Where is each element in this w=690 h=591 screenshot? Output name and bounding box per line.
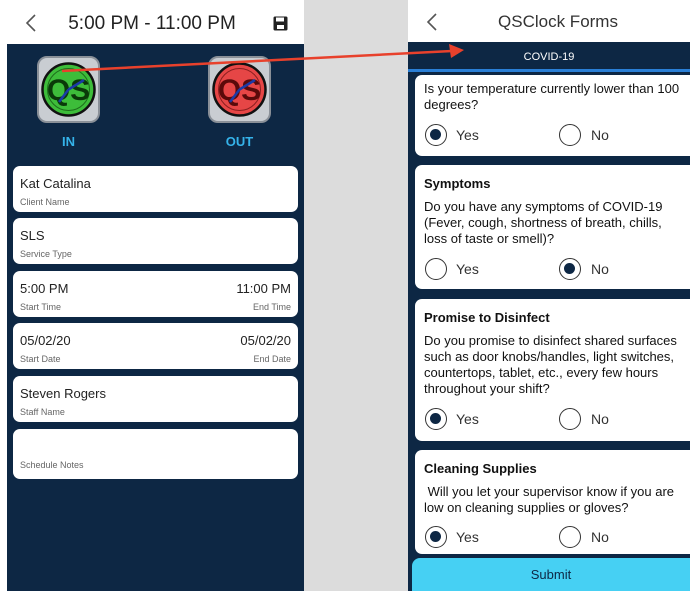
right-phone-screen: QSClock Forms COVID-19 Is your temperatu… xyxy=(408,0,690,591)
question-text: Do you have any symptoms of COVID-19 (Fe… xyxy=(424,199,663,246)
radio-selected-dot xyxy=(430,531,441,542)
question-title: Promise to Disinfect xyxy=(424,310,550,325)
radio-no-label: No xyxy=(591,127,609,143)
client-name-field[interactable]: Kat Catalina Client Name xyxy=(13,166,298,212)
radio-yes[interactable] xyxy=(425,408,447,430)
start-date-caption: Start Date xyxy=(20,354,61,364)
question-text: Is your temperature currently lower than… xyxy=(424,81,680,112)
qs-clock-green-icon: QS xyxy=(41,62,96,117)
question-card-disinfect: Promise to Disinfect Do you promise to d… xyxy=(415,299,690,441)
radio-no-label: No xyxy=(591,529,609,545)
radio-yes-label: Yes xyxy=(456,261,479,277)
qs-clock-red-icon: QS xyxy=(212,62,267,117)
submit-label: Submit xyxy=(530,567,572,582)
question-card-symptoms: Symptoms Do you have any symptoms of COV… xyxy=(415,165,690,289)
forms-header: QSClock Forms xyxy=(408,0,690,42)
radio-yes[interactable] xyxy=(425,526,447,548)
clock-out-button[interactable]: QS xyxy=(208,56,271,123)
radio-selected-dot xyxy=(430,413,441,424)
schedule-notes-field[interactable]: Schedule Notes xyxy=(13,429,298,479)
radio-no-label: No xyxy=(591,261,609,277)
question-card-temperature: Is your temperature currently lower than… xyxy=(415,75,690,156)
radio-yes[interactable] xyxy=(425,124,447,146)
left-phone-screen: 5:00 PM - 11:00 PM QS IN QS OUT Kat Cata… xyxy=(7,0,304,591)
radio-yes-label: Yes xyxy=(456,411,479,427)
radio-no[interactable] xyxy=(559,124,581,146)
schedule-notes-caption: Schedule Notes xyxy=(20,460,84,470)
radio-selected-dot xyxy=(430,129,441,140)
clock-in-button[interactable]: QS xyxy=(37,56,100,123)
radio-no[interactable] xyxy=(559,526,581,548)
radio-no[interactable] xyxy=(559,408,581,430)
question-text: Do you promise to disinfect shared surfa… xyxy=(424,333,677,396)
chevron-left-icon[interactable] xyxy=(422,11,444,33)
radio-yes-label: Yes xyxy=(456,127,479,143)
question-title: Symptoms xyxy=(424,176,491,191)
clock-out-label: OUT xyxy=(225,134,254,149)
end-time-value: 11:00 PM xyxy=(236,281,291,296)
start-time-caption: Start Time xyxy=(20,302,62,312)
service-type-field[interactable]: SLS Service Type xyxy=(13,218,298,264)
client-name-value: Kat Catalina xyxy=(20,176,91,191)
floppy-disk-icon[interactable] xyxy=(273,16,288,31)
radio-yes[interactable] xyxy=(425,258,447,280)
schedule-time-range: 5:00 PM - 11:00 PM xyxy=(68,13,236,34)
question-text: Will you let your supervisor know if you… xyxy=(424,484,678,515)
radio-selected-dot xyxy=(564,263,575,274)
end-time-caption: End Time xyxy=(252,302,291,312)
start-date-value: 05/02/20 xyxy=(20,333,71,348)
covid-tab-label: COVID-19 xyxy=(523,51,575,63)
screen-gap xyxy=(304,0,408,591)
chevron-left-icon[interactable] xyxy=(21,12,43,34)
schedule-header: 5:00 PM - 11:00 PM xyxy=(7,0,304,44)
service-type-caption: Service Type xyxy=(20,249,72,259)
submit-button[interactable]: Submit xyxy=(412,558,690,591)
time-range-field[interactable]: 5:00 PM Start Time 11:00 PM End Time xyxy=(13,271,298,317)
question-card-cleaning-supplies: Cleaning Supplies Will you let your supe… xyxy=(415,450,690,554)
covid-tab-bar[interactable]: COVID-19 xyxy=(408,42,690,72)
clock-in-label: IN xyxy=(62,134,75,149)
forms-title: QSClock Forms xyxy=(498,12,618,31)
service-type-value: SLS xyxy=(20,228,45,243)
staff-name-field[interactable]: Steven Rogers Staff Name xyxy=(13,376,298,422)
date-range-field[interactable]: 05/02/20 Start Date 05/02/20 End Date xyxy=(13,323,298,369)
staff-name-value: Steven Rogers xyxy=(20,386,106,401)
radio-no[interactable] xyxy=(559,258,581,280)
end-date-caption: End Date xyxy=(253,354,291,364)
staff-name-caption: Staff Name xyxy=(20,407,65,417)
question-title: Cleaning Supplies xyxy=(424,461,537,476)
radio-no-label: No xyxy=(591,411,609,427)
client-name-caption: Client Name xyxy=(20,197,70,207)
radio-yes-label: Yes xyxy=(456,529,479,545)
end-date-value: 05/02/20 xyxy=(240,333,291,348)
start-time-value: 5:00 PM xyxy=(20,281,69,296)
